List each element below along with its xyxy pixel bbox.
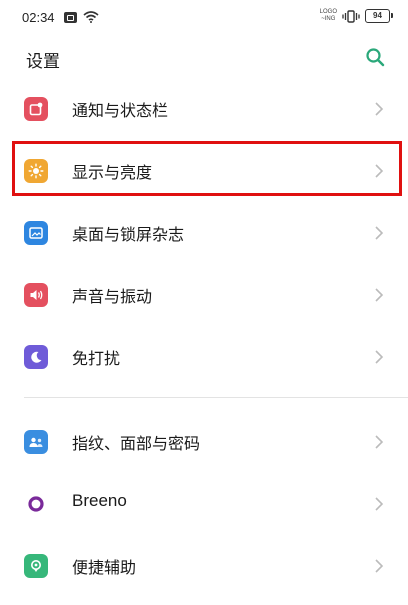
- network-text-bottom: ~ING: [321, 16, 336, 22]
- settings-item-label: Breeno: [72, 491, 127, 510]
- settings-item-home-lock-screen[interactable]: 桌面与锁屏杂志: [0, 202, 408, 264]
- settings-item-notifications[interactable]: 通知与状态栏: [0, 78, 408, 140]
- chevron-right-icon: [375, 497, 384, 511]
- settings-item-breeno[interactable]: Breeno: [0, 473, 408, 535]
- settings-item-label: 桌面与锁屏杂志: [72, 225, 185, 244]
- settings-item-label: 通知与状态栏: [72, 101, 169, 120]
- settings-item-sound-vibration[interactable]: 声音与振动: [0, 264, 408, 326]
- section-divider: [24, 397, 408, 398]
- network-text-top: LOGO: [319, 9, 337, 15]
- network-indicator: LOGO ~ING: [320, 9, 337, 23]
- settings-item-fingerprint-face-password[interactable]: 指纹、面部与密码: [0, 411, 408, 473]
- settings-item-do-not-disturb[interactable]: 免打扰: [0, 326, 408, 388]
- search-button[interactable]: [362, 44, 388, 70]
- chevron-right-icon: [375, 435, 384, 449]
- chevron-right-icon: [375, 288, 384, 302]
- breeno-icon: [24, 492, 48, 516]
- vibrate-icon: [342, 9, 360, 23]
- chevron-right-icon: [375, 226, 384, 240]
- assist-icon: [24, 554, 48, 578]
- sound-icon: [24, 283, 48, 307]
- battery-indicator: 94: [365, 9, 393, 23]
- message-notification-icon: [64, 11, 77, 23]
- wifi-icon: [83, 11, 99, 23]
- status-right-icons: LOGO ~ING 94: [320, 9, 393, 23]
- chevron-right-icon: [375, 350, 384, 364]
- settings-item-label: 显示与亮度: [72, 163, 153, 182]
- settings-item-label: 免打扰: [72, 349, 121, 368]
- moon-icon: [24, 345, 48, 369]
- brightness-icon: [24, 159, 48, 183]
- chevron-right-icon: [375, 559, 384, 573]
- wallpaper-icon: [24, 221, 48, 245]
- settings-item-label: 指纹、面部与密码: [72, 434, 201, 453]
- chevron-right-icon: [375, 164, 384, 178]
- status-left-icons: [64, 11, 99, 23]
- search-icon: [366, 48, 385, 67]
- settings-item-label: 便捷辅助: [72, 558, 137, 577]
- page-title: 设置: [26, 52, 60, 72]
- settings-item-convenience-assist[interactable]: 便捷辅助: [0, 535, 408, 597]
- status-bar: 02:34 LOGO ~ING 94: [0, 0, 408, 38]
- settings-item-label: 声音与振动: [72, 287, 153, 306]
- status-time: 02:34: [22, 10, 55, 25]
- header: 设置: [0, 38, 408, 80]
- notification-icon: [24, 97, 48, 121]
- chevron-right-icon: [375, 102, 384, 116]
- settings-item-display-brightness[interactable]: 显示与亮度: [0, 140, 408, 202]
- fingerprint-icon: [24, 430, 48, 454]
